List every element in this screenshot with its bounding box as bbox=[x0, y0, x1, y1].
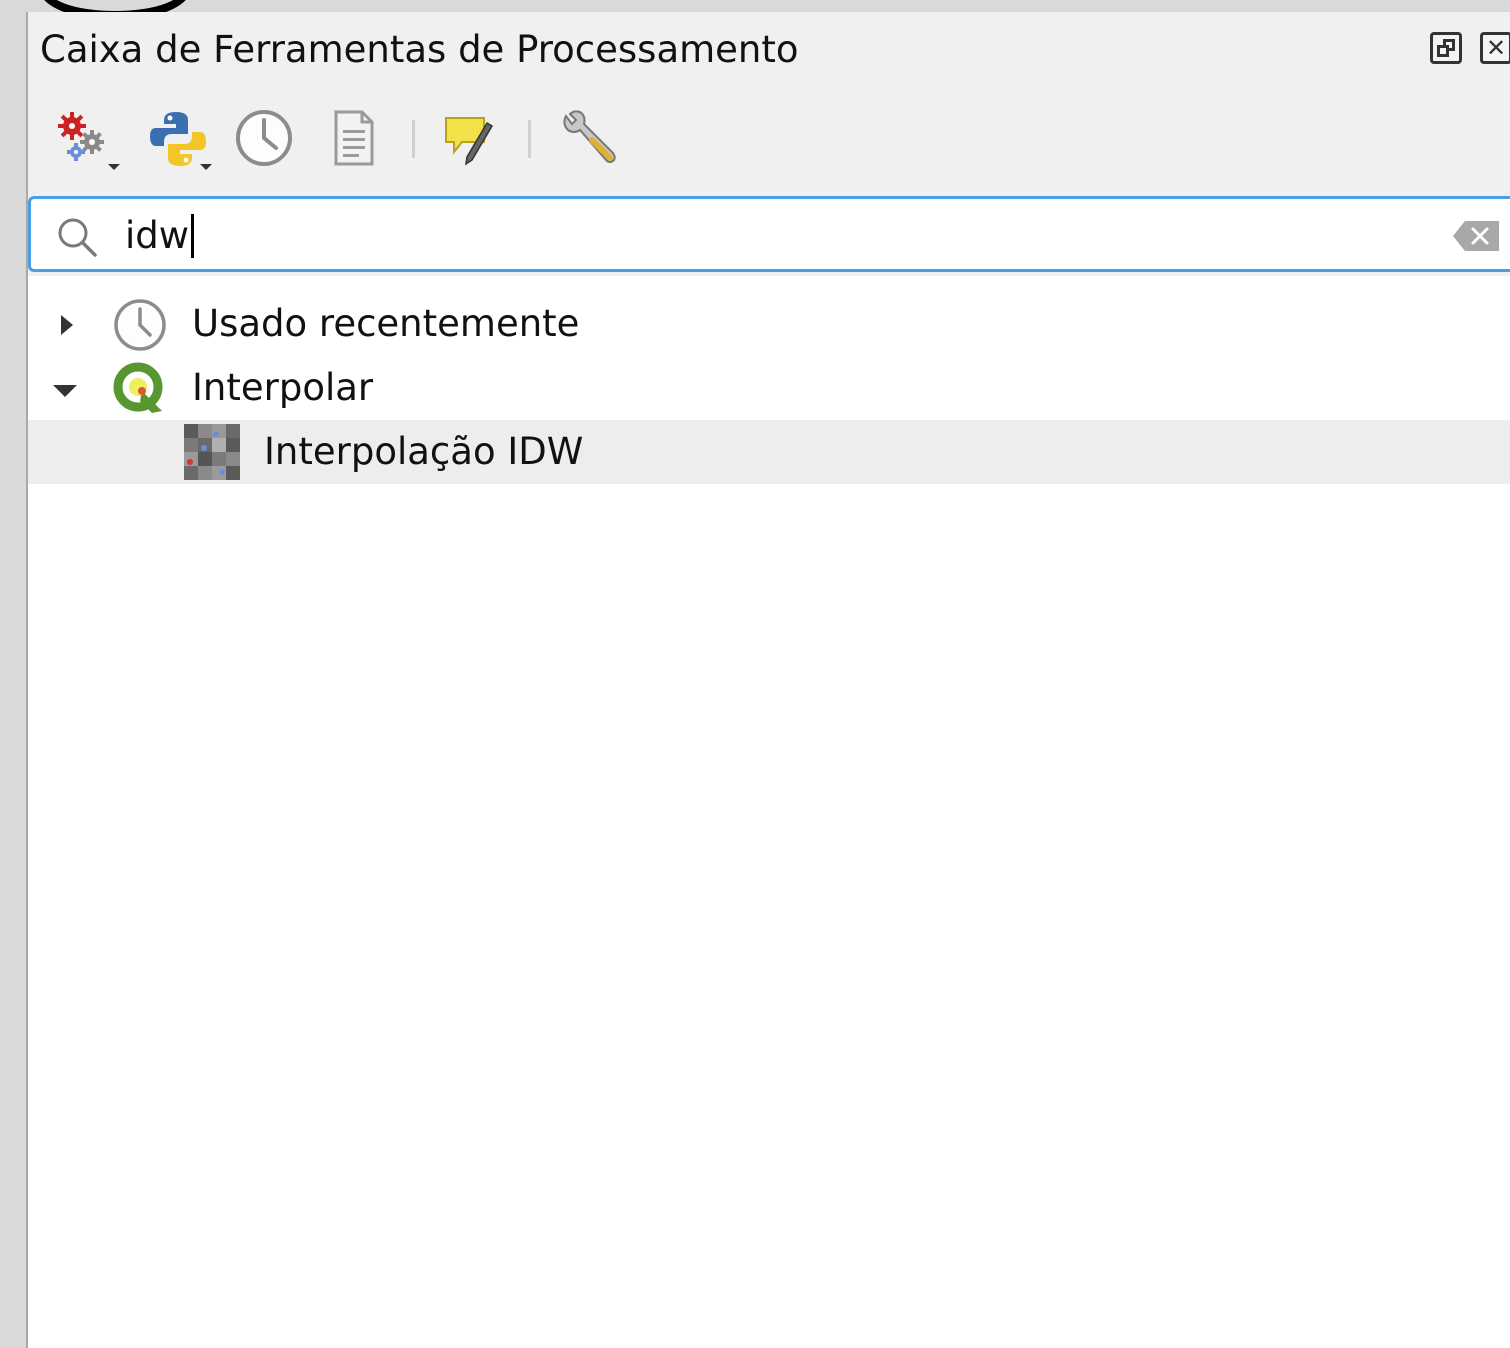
models-button[interactable] bbox=[50, 102, 122, 174]
history-button[interactable] bbox=[228, 102, 300, 174]
search-bar bbox=[28, 196, 1510, 272]
processing-toolbox-panel: Caixa de Ferramentas de Processamento ✕ bbox=[26, 12, 1510, 1348]
history-clock-icon bbox=[236, 110, 292, 166]
panel-title: Caixa de Ferramentas de Processamento bbox=[40, 28, 799, 71]
edit-features-in-place-icon bbox=[445, 117, 494, 166]
close-panel-button[interactable]: ✕ bbox=[1480, 32, 1510, 64]
tree-item-label: Interpolar bbox=[192, 366, 374, 409]
collapse-arrow-icon[interactable] bbox=[50, 376, 80, 406]
clear-search-icon[interactable] bbox=[1451, 219, 1501, 253]
options-button[interactable] bbox=[552, 102, 624, 174]
edit-in-place-button[interactable] bbox=[432, 102, 504, 174]
search-icon bbox=[58, 218, 97, 257]
results-viewer-button[interactable] bbox=[318, 102, 390, 174]
algorithm-tree: Usado recentemente Interpolar Interpolaç… bbox=[28, 276, 1510, 1348]
tree-item-label: Interpolação IDW bbox=[264, 430, 584, 473]
qgis-logo-icon bbox=[113, 362, 163, 413]
tree-item-idw-interpolation[interactable]: Interpolação IDW bbox=[28, 420, 1510, 484]
tree-group-recent[interactable]: Usado recentemente bbox=[28, 292, 1510, 356]
tree-group-interpolar[interactable]: Interpolar bbox=[28, 356, 1510, 420]
tree-item-label: Usado recentemente bbox=[192, 302, 580, 345]
raster-interpolation-icon bbox=[184, 424, 240, 480]
expand-arrow-icon[interactable] bbox=[52, 310, 82, 340]
chevron-down-icon bbox=[200, 164, 212, 170]
search-input[interactable] bbox=[125, 207, 1425, 263]
clock-icon bbox=[114, 299, 166, 351]
chevron-down-icon bbox=[108, 164, 120, 170]
toolbar-separator bbox=[528, 120, 531, 158]
toolbox-toolbar bbox=[28, 102, 1510, 182]
results-document-icon bbox=[334, 110, 374, 166]
panel-titlebar: Caixa de Ferramentas de Processamento ✕ bbox=[28, 12, 1510, 90]
options-wrench-icon bbox=[563, 110, 616, 163]
float-panel-button[interactable] bbox=[1430, 32, 1462, 64]
close-icon: ✕ bbox=[1485, 34, 1507, 62]
toolbar-separator bbox=[412, 120, 415, 158]
python-button[interactable] bbox=[142, 102, 214, 174]
text-caret bbox=[191, 214, 194, 258]
